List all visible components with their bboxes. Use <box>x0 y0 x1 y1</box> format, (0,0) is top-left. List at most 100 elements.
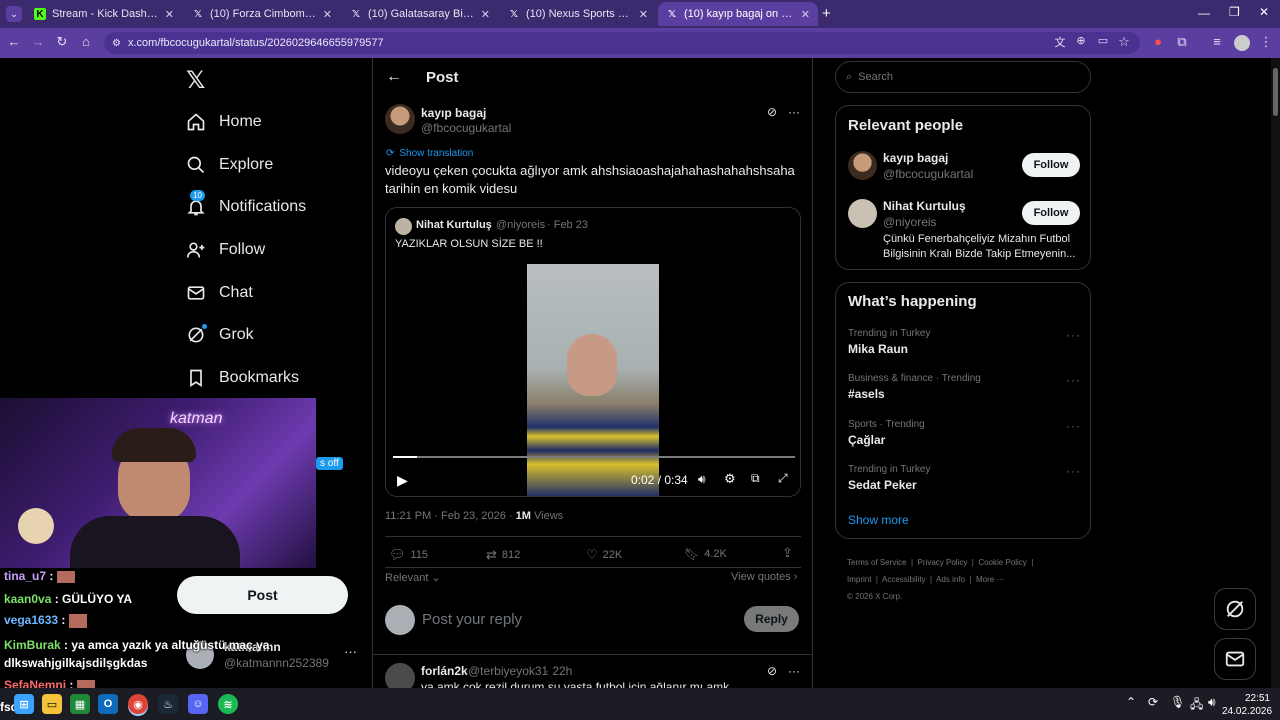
show-translation-link[interactable]: ⟳ Show translation <box>386 148 473 159</box>
scrollbar[interactable] <box>1271 58 1280 688</box>
person-name[interactable]: Nihat Kurtuluş <box>883 199 966 213</box>
tab-kayip-bagaj[interactable]: 𝕏(10) kayıp bagaj on X: "videoyu✕ <box>658 2 818 26</box>
menu-icon[interactable]: ⋮ <box>1258 34 1274 50</box>
minimize-icon[interactable]: — <box>1198 6 1210 20</box>
chrome-icon[interactable]: ◉ <box>128 694 148 714</box>
nav-chat[interactable]: Chat <box>185 275 253 311</box>
reply-stat[interactable]: 💬︎ 115 <box>389 547 428 563</box>
extensions-icon[interactable]: ⧉ <box>1174 34 1190 50</box>
play-icon[interactable]: ▶ <box>397 472 408 489</box>
tab-kick-dashboard[interactable]: KStream - Kick Dashboard✕ <box>26 2 182 26</box>
reply-more-icon[interactable]: ··· <box>788 664 800 678</box>
grok-explain-icon[interactable]: ⊘ <box>767 105 777 119</box>
address-bar[interactable]: ⚙ x.com/fbcocugukartal/status/2026029646… <box>104 32 1140 54</box>
footer-link[interactable]: Cookie Policy <box>978 558 1026 567</box>
trend-more-icon[interactable]: ··· <box>1066 328 1081 342</box>
zoom-icon[interactable]: ⊕ <box>1073 34 1089 47</box>
close-window-icon[interactable]: ✕ <box>1259 5 1269 19</box>
trend-name[interactable]: Mika Raun <box>848 342 908 356</box>
site-info-icon[interactable]: ⚙ <box>112 38 121 49</box>
footer-link[interactable]: More ··· <box>976 575 1004 584</box>
tray-volume-icon[interactable]: 🔊︎ <box>1208 695 1216 710</box>
tray-app-icon[interactable]: ⟳ <box>1148 695 1158 709</box>
trend-more-icon[interactable]: ··· <box>1066 373 1081 387</box>
trend-name[interactable]: Çağlar <box>848 433 885 447</box>
restore-icon[interactable]: ❐ <box>1229 5 1240 19</box>
footer-link[interactable]: Privacy Policy <box>918 558 968 567</box>
close-icon[interactable]: ✕ <box>801 8 810 21</box>
nav-explore[interactable]: Explore <box>185 147 273 183</box>
profile-avatar[interactable] <box>1234 35 1250 51</box>
back-icon[interactable]: ← <box>6 34 22 49</box>
volume-icon[interactable]: 🔊︎ <box>698 472 706 487</box>
tab-galatasaray[interactable]: 𝕏(10) Galatasaray Bizimcanımız o✕ <box>342 2 498 26</box>
steam-icon[interactable]: ♨ <box>158 694 178 714</box>
cast-icon[interactable]: ▭ <box>1095 34 1111 47</box>
repost-stat[interactable]: ⇄ 812 <box>486 547 520 563</box>
bookmark-star-icon[interactable]: ☆ <box>1116 34 1132 50</box>
nav-follow[interactable]: Follow <box>185 232 265 268</box>
pip-icon[interactable]: ⧉ <box>751 471 760 486</box>
author-handle[interactable]: @fbcocugukartal <box>421 121 511 135</box>
like-stat[interactable]: ♡ 22K <box>586 547 622 563</box>
reply-input[interactable]: Post your reply <box>422 611 522 628</box>
trend-more-icon[interactable]: ··· <box>1066 419 1081 433</box>
search-box[interactable]: ⌕ Search <box>835 61 1091 93</box>
nav-bookmarks[interactable]: Bookmarks <box>185 360 299 396</box>
view-quotes-link[interactable]: View quotes › <box>731 571 797 583</box>
x-logo-icon[interactable]: 𝕏 <box>186 66 205 95</box>
follow-button[interactable]: Follow <box>1022 201 1080 225</box>
video-player[interactable]: ▶ 0:02 / 0:34 🔊︎ ⚙ ⧉ ⤢ <box>387 264 800 496</box>
forward-icon[interactable]: → <box>30 34 46 49</box>
post-more-icon[interactable]: ··· <box>788 105 800 119</box>
close-icon[interactable]: ✕ <box>481 8 490 21</box>
spotify-icon[interactable]: ≋ <box>218 694 238 714</box>
person-avatar[interactable] <box>848 199 877 228</box>
fullscreen-icon[interactable]: ⤢ <box>778 471 788 486</box>
footer-link[interactable]: Imprint <box>847 575 871 584</box>
translate-icon[interactable]: 文 <box>1052 34 1068 50</box>
reply-button[interactable]: Reply <box>744 606 799 632</box>
share-icon[interactable]: ⇪ <box>782 545 793 561</box>
tray-chevron-icon[interactable]: ⌃ <box>1126 695 1136 709</box>
tray-mic-icon[interactable]: 🎙︎ <box>1170 695 1185 709</box>
discord-icon[interactable]: ☺ <box>188 694 208 714</box>
tab-forza-cimbom[interactable]: 𝕏(10) Forza Cimbom on X: "Emre✕ <box>184 2 340 26</box>
sort-dropdown[interactable]: Relevant ⌄ <box>385 571 441 584</box>
account-more-icon[interactable]: ··· <box>344 644 357 659</box>
tab-nexus-sports[interactable]: 𝕏(10) Nexus Sports on X: "Maçın✕ <box>500 2 656 26</box>
reply-grok-icon[interactable]: ⊘ <box>767 664 777 678</box>
close-icon[interactable]: ✕ <box>165 8 174 21</box>
nav-notifications[interactable]: 10 Notifications <box>185 189 306 225</box>
back-arrow-icon[interactable]: ← <box>386 68 402 86</box>
video-progress-track[interactable] <box>393 456 795 458</box>
trend-more-icon[interactable]: ··· <box>1066 464 1081 478</box>
person-name[interactable]: kayıp bagaj <box>883 151 948 165</box>
bookmark-stat[interactable]: 🔖︎ 4.2K <box>684 547 727 561</box>
windows-start-icon[interactable]: ⊞ <box>14 694 34 714</box>
footer-link[interactable]: Terms of Service <box>847 558 907 567</box>
home-browser-icon[interactable]: ⌂ <box>78 34 94 49</box>
clock-time[interactable]: 22:51 <box>1240 693 1270 704</box>
reply-author-name[interactable]: forlán2k <box>421 664 468 678</box>
close-icon[interactable]: ✕ <box>639 8 648 21</box>
tab-list-icon[interactable]: ⌄ <box>6 6 22 22</box>
messages-float-button[interactable] <box>1214 638 1256 680</box>
nav-home[interactable]: Home <box>185 104 262 140</box>
file-explorer-icon[interactable]: ▭ <box>42 694 62 714</box>
footer-link[interactable]: Ads info <box>936 575 965 584</box>
person-avatar[interactable] <box>848 151 877 180</box>
trend-name[interactable]: #asels <box>848 387 885 401</box>
close-icon[interactable]: ✕ <box>323 8 332 21</box>
grok-float-button[interactable] <box>1214 588 1256 630</box>
tray-network-icon[interactable]: 🖧︎ <box>1190 695 1203 716</box>
follow-button[interactable]: Follow <box>1022 153 1080 177</box>
clock-date[interactable]: 24.02.2026 <box>1222 706 1272 717</box>
reload-icon[interactable]: ↻ <box>54 34 70 50</box>
sheets-icon[interactable]: ▦ <box>70 694 90 714</box>
extension-red-icon[interactable]: ● <box>1150 34 1166 49</box>
new-tab-icon[interactable]: + <box>822 5 831 22</box>
settings-icon[interactable]: ⚙ <box>724 471 736 487</box>
trend-name[interactable]: Sedat Peker <box>848 478 917 492</box>
reading-list-icon[interactable]: ≡ <box>1209 34 1225 49</box>
